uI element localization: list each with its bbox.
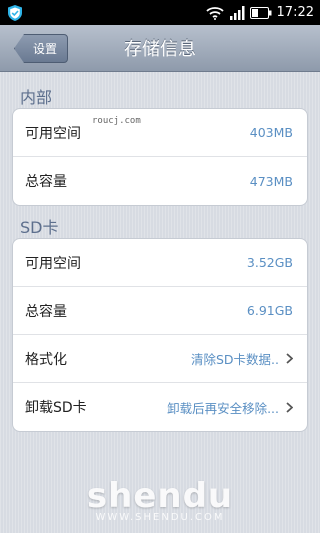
row-value: 403MB [249,125,293,140]
list-item: 总容量 6.91GB [13,287,307,335]
row-label: 格式化 [25,351,67,368]
page-title: 存储信息 [124,39,196,60]
row-value: 卸载后再安全移除... [167,400,279,416]
brand-watermark: shendu [86,476,234,516]
chevron-right-icon [286,353,293,364]
internal-storage-card: 可用空间 403MB 总容量 473MB [12,108,308,206]
status-left [6,4,24,22]
list-item: 可用空间 403MB [13,109,307,157]
unmount-sd-row[interactable]: 卸载SD卡 卸载后再安全移除... [13,383,307,431]
row-label: 总容量 [25,174,67,190]
back-button[interactable]: 设置 [14,34,68,63]
section-header-sd: SD卡 [20,218,59,237]
row-label: 可用空间 [25,255,81,272]
signal-icon [229,5,245,20]
row-label: 卸载SD卡 [25,400,87,416]
row-value-wrap: 卸载后再安全移除... [167,398,293,417]
row-value: 清除SD卡数据.. [190,352,279,367]
section-header-internal: 内部 [20,88,53,107]
row-value: 473MB [249,173,293,189]
shield-icon [8,4,22,21]
list-item: 可用空间 3.52GB [13,239,307,287]
row-value: 6.91GB [246,303,293,318]
list-item: 总容量 473MB [13,157,307,205]
watermark-text: roucj.com [92,116,141,126]
brand-url-watermark: WWW.SHENDU.COM [95,512,225,523]
status-right: 17:22 [205,5,314,20]
row-value-wrap: 清除SD卡数据.. [191,349,293,368]
wifi-icon [205,6,224,20]
row-label: 可用空间 [25,125,81,142]
row-label: 总容量 [25,303,67,320]
format-sd-row[interactable]: 格式化 清除SD卡数据.. [13,335,307,383]
nav-bar: 设置 存储信息 [0,25,320,72]
battery-icon [249,6,272,19]
sd-storage-card: 可用空间 3.52GB 总容量 6.91GB 格式化 清除SD卡数据.. 卸载S… [12,238,308,432]
chevron-right-icon [286,401,293,413]
row-value: 3.52GB [246,255,293,270]
status-time: 17:22 [276,5,314,20]
status-bar: 17:22 [0,0,320,25]
